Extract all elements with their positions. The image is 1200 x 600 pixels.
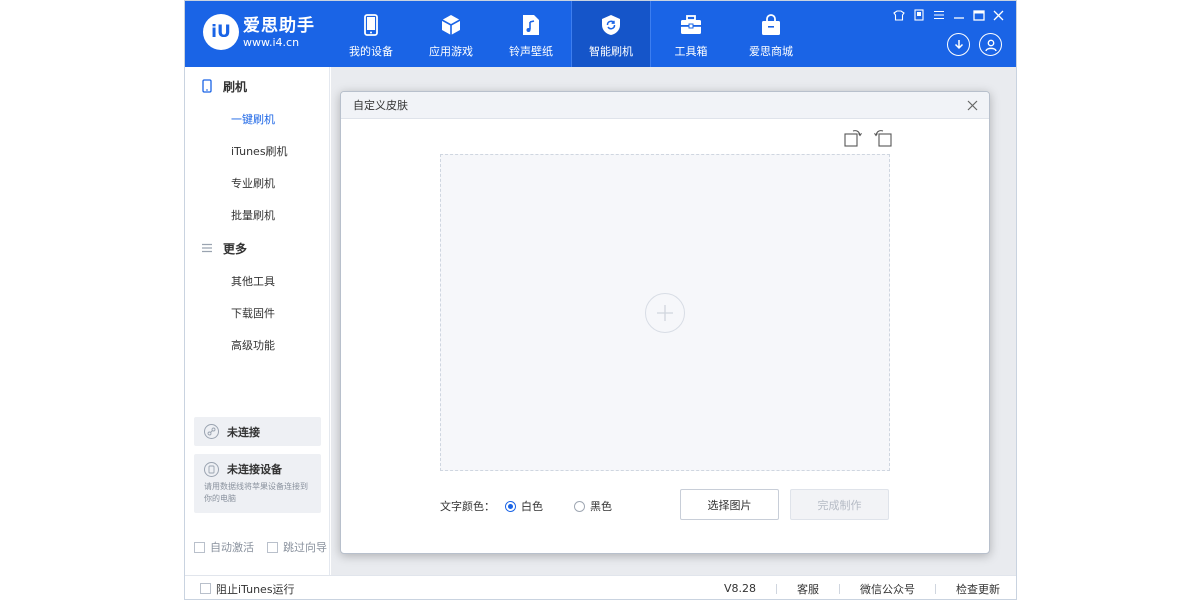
sidebar-item-pro-flash[interactable]: 专业刷机	[185, 167, 329, 199]
rotate-left-icon[interactable]	[844, 128, 862, 151]
sidebar-item-advanced[interactable]: 高级功能	[185, 329, 329, 361]
window-controls	[891, 8, 1006, 22]
minimize-icon[interactable]	[951, 8, 966, 22]
auto-activate-checkbox[interactable]: 自动激活	[194, 539, 254, 555]
nav-label: 应用游戏	[429, 45, 473, 58]
download-icon[interactable]	[947, 33, 970, 56]
skip-guide-checkbox[interactable]: 跳过向导	[267, 539, 327, 555]
nav-my-device[interactable]: 我的设备	[331, 1, 411, 67]
add-image-icon[interactable]	[645, 292, 685, 333]
top-header: iU 爱思助手 www.i4.cn 我的设备 应用游戏 铃声壁纸 智能刷机 工具…	[185, 1, 1016, 67]
connection-status-text: 未连接	[227, 425, 260, 439]
nav-toolbox[interactable]: 工具箱	[651, 1, 731, 67]
nav-apps-games[interactable]: 应用游戏	[411, 1, 491, 67]
user-icon[interactable]	[979, 33, 1002, 56]
wechat-link[interactable]: 微信公众号	[860, 581, 915, 597]
nav-store[interactable]: 爱思商城	[731, 1, 811, 67]
custom-skin-dialog: 自定义皮肤 文字颜色： 白色 黑色 选择图片 完成制作	[340, 91, 990, 554]
nav-ringtones-wallpapers[interactable]: 铃声壁纸	[491, 1, 571, 67]
checkbox-label: 阻止iTunes运行	[216, 582, 295, 596]
choose-image-button[interactable]: 选择图片	[680, 489, 779, 520]
device-hint: 请用数据线将苹果设备连接到你的电脑	[204, 482, 308, 503]
header-actions	[947, 33, 1002, 56]
shopping-bag-icon	[759, 13, 783, 37]
text-color-selector: 文字颜色： 白色 黑色	[440, 498, 612, 514]
checkbox-box[interactable]	[267, 541, 278, 553]
menu-lines-icon	[201, 241, 213, 255]
service-link[interactable]: 客服	[797, 581, 819, 597]
section-title: 刷机	[223, 79, 248, 94]
text-color-label: 文字颜色：	[440, 500, 495, 513]
radio-button[interactable]	[505, 500, 516, 512]
dialog-title-bar: 自定义皮肤	[341, 92, 989, 119]
device-icon	[204, 461, 219, 477]
sidebar-section-flash: 刷机	[185, 69, 329, 103]
skin-icon[interactable]	[891, 8, 906, 22]
radio-black[interactable]: 黑色	[574, 498, 612, 514]
version-label: V8.28	[723, 582, 756, 595]
sidebar-section-more: 更多	[185, 231, 329, 265]
status-bar: 阻止iTunes运行 V8.28 客服 微信公众号 检查更新	[185, 575, 1016, 599]
connection-status: 未连接	[194, 417, 321, 446]
link-icon	[204, 424, 219, 439]
divider	[839, 583, 840, 594]
checkbox-label: 跳过向导	[283, 541, 327, 554]
main-nav: 我的设备 应用游戏 铃声壁纸 智能刷机 工具箱 爱思商城	[331, 1, 811, 67]
nav-label: 爱思商城	[749, 45, 793, 58]
checkbox-box[interactable]	[194, 541, 205, 553]
phone-icon	[359, 13, 383, 37]
close-icon[interactable]	[991, 8, 1006, 22]
rotate-controls	[844, 128, 892, 151]
radio-button[interactable]	[574, 500, 585, 512]
sidebar-item-batch-flash[interactable]: 批量刷机	[185, 199, 329, 231]
sidebar: 刷机 一键刷机 iTunes刷机 专业刷机 批量刷机 更多 其他工具 下载固件 …	[185, 67, 330, 575]
divider	[935, 583, 936, 594]
radio-white[interactable]: 白色	[505, 498, 543, 514]
toolbox-icon	[679, 13, 703, 37]
checkbox-label: 自动激活	[210, 541, 254, 554]
device-status: 未连接设备 请用数据线将苹果设备连接到你的电脑	[194, 454, 321, 513]
sidebar-options: 自动激活 跳过向导	[194, 539, 327, 555]
app-name: 爱思助手	[243, 15, 315, 36]
menu-icon[interactable]	[931, 8, 946, 22]
divider	[776, 583, 777, 594]
sidebar-item-other-tools[interactable]: 其他工具	[185, 265, 329, 297]
sidebar-item-one-click-flash[interactable]: 一键刷机	[185, 103, 329, 135]
feedback-icon[interactable]	[911, 8, 926, 22]
app-url: www.i4.cn	[243, 35, 300, 49]
nav-label: 我的设备	[349, 45, 393, 58]
check-update-link[interactable]: 检查更新	[956, 581, 1000, 597]
cube-icon	[439, 13, 463, 37]
dialog-title: 自定义皮肤	[353, 99, 408, 112]
nav-label: 工具箱	[674, 45, 708, 58]
section-title: 更多	[223, 241, 248, 256]
block-itunes-checkbox[interactable]: 阻止iTunes运行	[200, 581, 295, 597]
nav-label: 智能刷机	[589, 45, 633, 58]
checkbox-box[interactable]	[200, 583, 211, 594]
phone-outline-icon	[201, 79, 213, 93]
radio-label: 白色	[521, 500, 543, 513]
rotate-right-icon[interactable]	[874, 128, 892, 151]
sidebar-item-itunes-flash[interactable]: iTunes刷机	[185, 135, 329, 167]
music-file-icon	[519, 13, 543, 37]
nav-smart-flash[interactable]: 智能刷机	[571, 1, 651, 67]
logo-mark: iU	[203, 14, 239, 50]
sidebar-item-download-firmware[interactable]: 下载固件	[185, 297, 329, 329]
close-icon[interactable]	[965, 98, 979, 112]
device-status-text: 未连接设备	[227, 463, 282, 476]
maximize-icon[interactable]	[971, 8, 986, 22]
image-drop-zone[interactable]	[440, 154, 890, 471]
finish-button[interactable]: 完成制作	[790, 489, 889, 520]
refresh-shield-icon	[599, 13, 623, 37]
nav-label: 铃声壁纸	[509, 45, 553, 58]
radio-label: 黑色	[590, 500, 612, 513]
app-logo: iU 爱思助手 www.i4.cn	[203, 14, 315, 50]
